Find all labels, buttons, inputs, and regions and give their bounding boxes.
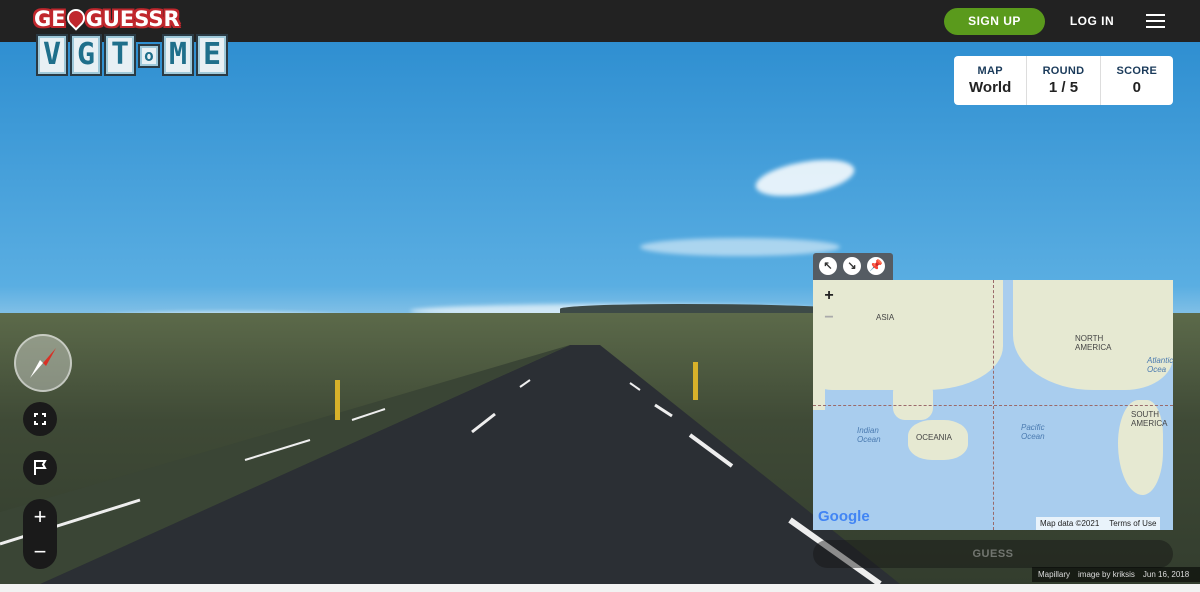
zoom-in-button[interactable]: + <box>23 499 57 534</box>
guess-map[interactable]: + − ASIA NORTH AMERICA SOUTH AMERICA OCE… <box>813 280 1173 530</box>
geoguessr-logo[interactable]: GE GUESSR <box>34 5 180 31</box>
round-value: 1 / 5 <box>1048 79 1079 96</box>
round-status: ROUND 1 / 5 <box>1026 56 1099 105</box>
fullscreen-icon[interactable] <box>23 402 57 436</box>
pacific-ocean-label: Pacific Ocean <box>1021 423 1045 441</box>
mapillary-label[interactable]: Mapillary <box>1038 567 1070 582</box>
map-zoom-out-button[interactable]: − <box>820 309 838 327</box>
map-label: MAP <box>977 65 1003 77</box>
hamburger-icon[interactable] <box>1146 14 1165 28</box>
round-label: ROUND <box>1042 65 1085 77</box>
south-america-label: SOUTH AMERICA <box>1131 410 1168 428</box>
bottom-strip <box>0 584 1200 592</box>
game-status-panel: MAP World ROUND 1 / 5 SCORE 0 <box>954 56 1173 105</box>
logo-text-right: GUESSR <box>85 7 180 31</box>
compass-icon[interactable] <box>14 334 72 392</box>
zoom-controls: + − <box>23 499 57 569</box>
guess-button[interactable]: GUESS <box>813 540 1173 568</box>
watermark-letter: o <box>138 44 160 68</box>
asia-label: ASIA <box>876 313 895 322</box>
map-data-text: Map data ©2021 <box>1040 519 1100 528</box>
oceania-label: OCEANIA <box>916 433 953 442</box>
asia-landmass <box>813 280 1003 390</box>
watermark-letter: G <box>70 34 102 76</box>
shrink-map-button[interactable]: ↘ <box>843 257 861 275</box>
terms-of-use-link[interactable]: Terms of Use <box>1109 518 1156 529</box>
watermark-letter: T <box>104 34 136 76</box>
atlantic-ocean-label: Atlantic Ocea <box>1147 356 1173 374</box>
map-size-toolbar: ↖ ↘ 📌 <box>813 253 893 280</box>
enlarge-map-button[interactable]: ↖ <box>819 257 837 275</box>
indian-ocean-label: Indian Ocean <box>857 426 881 444</box>
zoom-out-button[interactable]: − <box>23 534 57 569</box>
africa-edge-landmass <box>813 360 825 410</box>
image-date: Jun 16, 2018 <box>1142 570 1190 579</box>
southeast-asia-landmass <box>893 380 933 420</box>
location-pin-icon <box>62 5 89 31</box>
watermark-letter: M <box>162 34 194 76</box>
map-footer: Map data ©2021 Terms of Use <box>1036 517 1161 530</box>
image-author: image by kriksis <box>1078 570 1135 579</box>
flag-icon[interactable] <box>23 451 57 485</box>
watermark-letter: E <box>196 34 228 76</box>
map-zoom-in-button[interactable]: + <box>820 287 838 305</box>
vgtome-watermark-logo: V G T o M E <box>36 34 228 76</box>
score-status: SCORE 0 <box>1099 56 1173 105</box>
image-attribution: Mapillary image by kriksis Jun 16, 2018 <box>1032 567 1200 582</box>
pin-map-button[interactable]: 📌 <box>867 257 885 275</box>
date-line <box>993 280 994 530</box>
score-label: SCORE <box>1116 65 1158 77</box>
map-status: MAP World <box>954 56 1026 105</box>
logo-text-left: GE <box>34 7 66 31</box>
watermark-letter: V <box>36 34 68 76</box>
log-in-button[interactable]: LOG IN <box>1063 8 1121 35</box>
sign-up-button[interactable]: SIGN UP <box>944 8 1045 35</box>
google-logo: Google <box>818 508 870 525</box>
map-value: World <box>969 79 1012 96</box>
score-value: 0 <box>1132 79 1141 96</box>
north-america-label: NORTH AMERICA <box>1075 334 1112 352</box>
